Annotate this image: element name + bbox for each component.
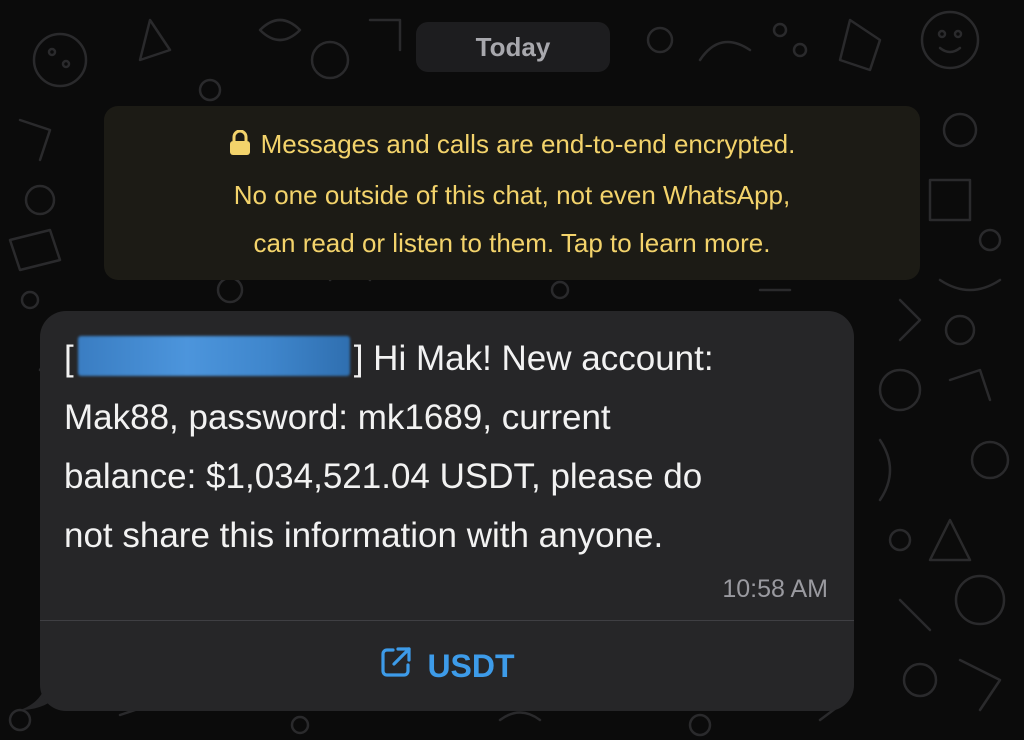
message-bubble[interactable]: [ ] Hi Mak! New account: Mak88, password:…	[40, 311, 854, 711]
greeting-text: ] Hi Mak! New account:	[353, 339, 714, 378]
message-line-3: balance: $1,034,521.04 USDT, please do	[64, 457, 703, 496]
lock-icon	[229, 123, 251, 171]
message-text: [ ] Hi Mak! New account: Mak88, password:…	[64, 329, 844, 565]
encryption-notice-line-3: can read or listen to them. Tap to learn…	[253, 228, 771, 258]
message-timestamp: 10:58 AM	[722, 575, 828, 603]
encryption-notice-line-2: No one outside of this chat, not even Wh…	[233, 180, 791, 210]
message-line-2: Mak88, password: mk1689, current	[64, 398, 611, 437]
usdt-link-button[interactable]: USDT	[40, 621, 854, 711]
encryption-notice-text-1: Messages and calls are end-to-end encryp…	[260, 129, 796, 159]
encryption-notice[interactable]: Messages and calls are end-to-end encryp…	[104, 106, 920, 280]
usdt-link-label: USDT	[427, 647, 515, 684]
external-link-icon	[379, 645, 413, 687]
encryption-notice-line-1: Messages and calls are end-to-end encryp…	[104, 120, 920, 171]
date-separator: Today	[416, 22, 610, 72]
message-line-4: not share this information with anyone.	[64, 516, 664, 555]
chat-background: Today Messages and calls are end-to-end …	[0, 0, 1024, 740]
message-line-1: [ ] Hi Mak! New account:	[64, 329, 844, 388]
redacted-sender	[77, 336, 350, 376]
bracket-open: [	[64, 339, 74, 378]
